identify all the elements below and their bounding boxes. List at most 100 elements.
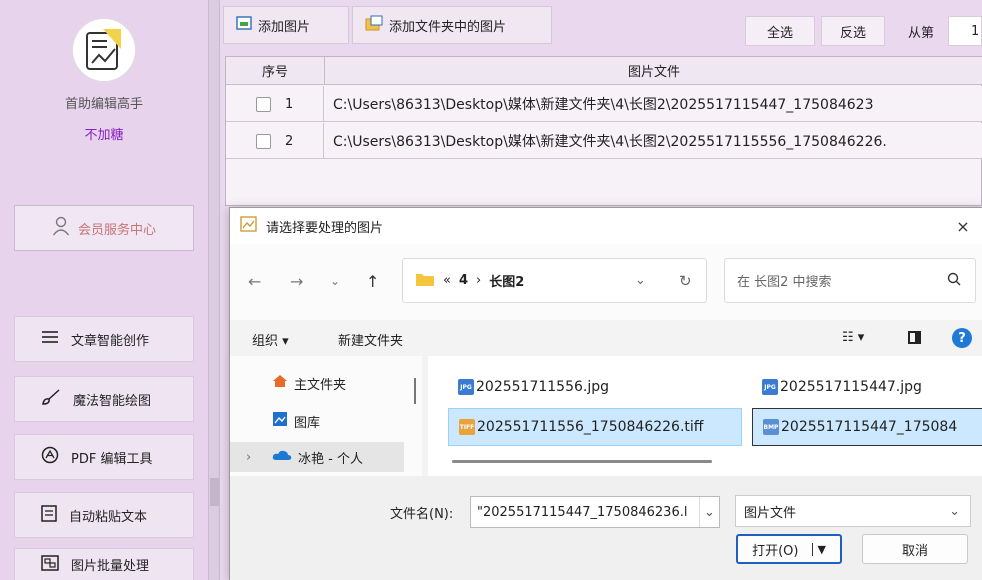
file-name: 2025517115447.jpg	[780, 379, 922, 395]
file-name: 2025517115447_175084	[781, 419, 958, 435]
dialog-title-bar: 请选择要处理的图片	[230, 208, 982, 244]
address-dropdown-icon[interactable]: ⌄	[635, 273, 646, 288]
row-number: 1	[285, 96, 294, 112]
up-icon[interactable]: ↑	[366, 272, 379, 291]
paste-icon	[41, 504, 57, 526]
file-item[interactable]: JPG 2025517115447.jpg	[752, 368, 982, 406]
navigation-pane: 主文件夹 图库 › 冰艳 - 个人	[230, 356, 422, 476]
preview-pane-icon[interactable]	[908, 331, 921, 344]
image-picker-icon	[240, 215, 258, 237]
table-row[interactable]: 2 C:\Users\86313\Desktop\媒体\新建文件夹\4\长图2\…	[226, 123, 982, 159]
nav-item-label: 主文件夹	[294, 377, 347, 393]
cancel-button[interactable]: 取消	[862, 534, 968, 564]
dialog-title: 请选择要处理的图片	[266, 220, 384, 236]
pdf-circle-icon	[41, 446, 59, 468]
member-service-label: 会员服务中心	[77, 222, 156, 238]
cloud-icon	[272, 449, 292, 465]
column-header-index: 序号	[226, 57, 325, 85]
open-split-dropdown-icon[interactable]: ▼	[812, 542, 826, 556]
nav-item-gallery[interactable]: 图库	[230, 406, 404, 436]
table-row[interactable]: 1 C:\Users\86313\Desktop\媒体\新建文件夹\4\长图2\…	[226, 86, 982, 122]
refresh-icon[interactable]: ↻	[679, 272, 692, 290]
nav-item-onedrive[interactable]: › 冰艳 - 个人	[230, 442, 404, 472]
row-checkbox[interactable]	[256, 96, 271, 112]
nav-item-label: 图库	[294, 415, 321, 431]
forward-icon[interactable]: →	[290, 272, 303, 291]
sidebar-item-article[interactable]: 文章智能创作	[14, 316, 194, 362]
add-folder-images-button[interactable]: 添加文件夹中的图片	[352, 6, 552, 44]
history-chevron-icon[interactable]: ⌄	[330, 274, 340, 288]
filename-input[interactable]: "2025517115447_1750846236.l ⌄	[470, 496, 720, 528]
sidebar-item-label: 魔法智能绘图	[73, 393, 152, 409]
back-icon[interactable]: ←	[248, 272, 261, 291]
sidebar-item-pdf[interactable]: PDF 编辑工具	[14, 434, 194, 480]
horizontal-scrollbar[interactable]	[452, 460, 712, 463]
sidebar-item-label: PDF 编辑工具	[71, 451, 153, 467]
sidebar-item-label: 文章智能创作	[71, 333, 150, 349]
close-icon[interactable]: ×	[945, 208, 981, 244]
sidebar-item-label: 自动粘贴文本	[69, 509, 148, 525]
menu-lines-icon	[41, 329, 59, 349]
chevron-right-icon[interactable]: ›	[246, 450, 251, 465]
bmp-file-icon: BMP	[763, 419, 779, 435]
app-logo	[72, 18, 136, 82]
row-index-cell: 2	[226, 123, 324, 159]
nav-item-home[interactable]: 主文件夹	[230, 368, 404, 398]
command-bar: 组织 ▾ 新建文件夹 ☷ ▾ ?	[230, 320, 982, 356]
filetype-select[interactable]: 图片文件 ⌄	[735, 495, 971, 527]
dialog-footer: 文件名(N): "2025517115447_1750846236.l ⌄ 图片…	[230, 476, 982, 580]
tiff-file-icon: TIFF	[459, 419, 475, 435]
view-options-icon[interactable]: ☷ ▾	[842, 330, 864, 345]
filename-dropdown-icon[interactable]: ⌄	[699, 497, 719, 527]
row-index-cell: 1	[226, 86, 324, 122]
open-button[interactable]: 打开(O) ▼	[736, 534, 842, 564]
jpg-file-icon: JPG	[762, 379, 778, 395]
sidebar-scroll-thumb[interactable]	[210, 478, 219, 506]
add-folder-images-label: 添加文件夹中的图片	[389, 19, 507, 35]
filetype-value: 图片文件	[744, 505, 797, 521]
file-name: 202551711556_1750846226.tiff	[477, 419, 704, 435]
file-list: JPG 202551711556.jpg JPG 2025517115447.j…	[428, 356, 982, 476]
file-item-selected[interactable]: TIFF 202551711556_1750846226.tiff	[448, 408, 742, 446]
jpg-file-icon: JPG	[458, 379, 474, 395]
file-name: 202551711556.jpg	[476, 379, 609, 395]
nav-pane-scrollbar[interactable]	[414, 378, 416, 404]
add-image-label: 添加图片	[258, 19, 311, 35]
address-bar[interactable]: « 4 › 长图2 ⌄ ↻	[402, 258, 707, 303]
from-label: 从第	[908, 26, 935, 41]
row-number: 2	[285, 133, 294, 149]
organize-menu[interactable]: 组织 ▾	[252, 330, 289, 349]
image-batch-icon	[41, 554, 59, 575]
image-file-icon	[236, 16, 252, 34]
sidebar-item-drawing[interactable]: 魔法智能绘图	[14, 376, 194, 422]
open-button-label: 打开(O)	[752, 543, 799, 559]
file-item[interactable]: JPG 202551711556.jpg	[448, 368, 738, 406]
from-page-input[interactable]: 1	[948, 16, 982, 46]
app-tag: 不加糖	[84, 128, 124, 143]
breadcrumb-current[interactable]: 长图2	[489, 271, 524, 290]
navigation-bar: ← → ⌄ ↑ « 4 › 长图2 ⌄ ↻ 在 长图2 中搜索	[230, 244, 982, 320]
sidebar-item-image-batch[interactable]: 图片批量处理	[14, 548, 194, 580]
row-path: C:\Users\86313\Desktop\媒体\新建文件夹\4\长图2\20…	[333, 134, 887, 150]
open-file-dialog: 请选择要处理的图片 × ← → ⌄ ↑ « 4 › 长图2 ⌄ ↻ 在 长图2 …	[229, 207, 982, 580]
column-header-file: 图片文件	[325, 57, 982, 85]
add-image-button[interactable]: 添加图片	[223, 6, 349, 44]
file-item-selected[interactable]: BMP 2025517115447_175084	[752, 408, 982, 446]
new-folder-button[interactable]: 新建文件夹	[338, 330, 403, 349]
folder-image-icon	[365, 15, 383, 35]
row-checkbox[interactable]	[256, 133, 271, 149]
app-name: 首助编辑高手	[64, 97, 143, 112]
folder-icon	[415, 271, 435, 291]
chevron-down-icon: ⌄	[949, 503, 960, 519]
sidebar-item-paste[interactable]: 自动粘贴文本	[14, 492, 194, 538]
search-input[interactable]: 在 长图2 中搜索	[724, 258, 976, 303]
breadcrumb-parent[interactable]: 4	[459, 273, 468, 288]
invert-selection-button[interactable]: 反选	[821, 16, 885, 46]
filename-label: 文件名(N):	[390, 507, 454, 522]
select-all-button[interactable]: 全选	[745, 16, 815, 46]
row-path: C:\Users\86313\Desktop\媒体\新建文件夹\4\长图2\20…	[333, 97, 874, 113]
search-placeholder: 在 长图2 中搜索	[737, 275, 832, 290]
help-icon[interactable]: ?	[952, 328, 972, 348]
member-service-button[interactable]: 会员服务中心	[14, 205, 194, 251]
search-icon	[947, 272, 961, 290]
